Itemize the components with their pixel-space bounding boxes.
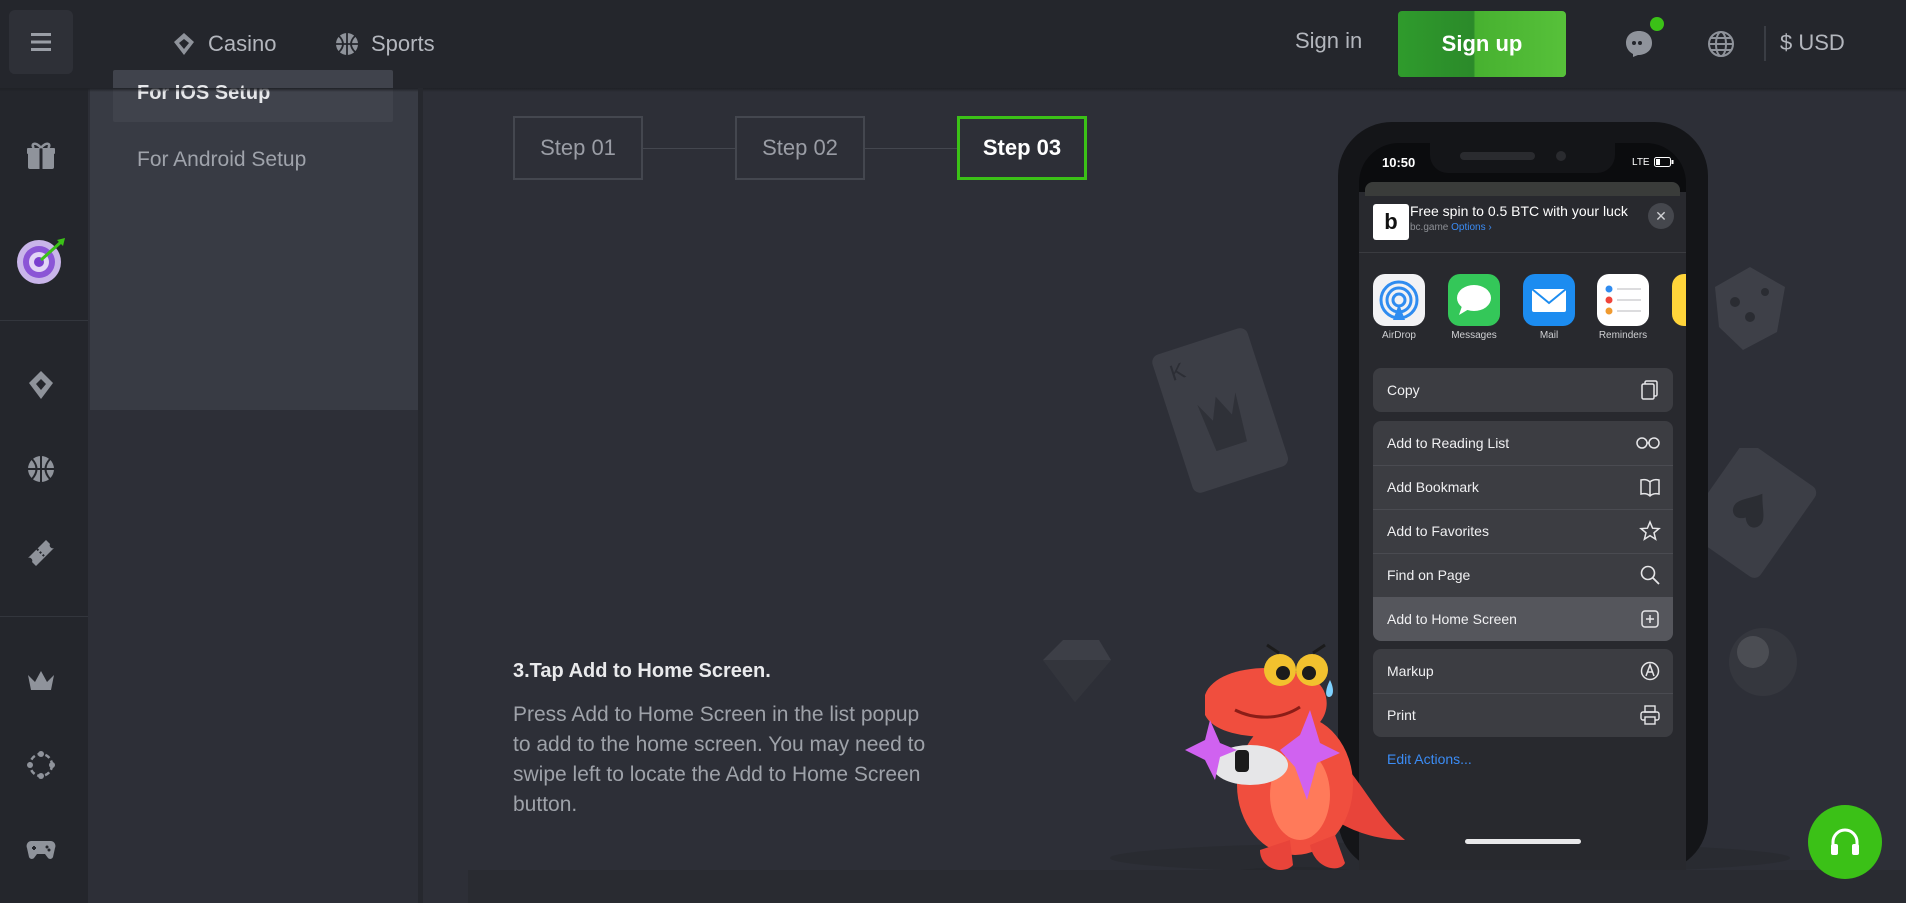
sign-up-button[interactable]: Sign up: [1398, 11, 1566, 77]
share-subtitle: bc.game Options ›: [1410, 222, 1492, 233]
sports-ball-icon[interactable]: [24, 452, 58, 486]
nav-casino[interactable]: Casino: [170, 28, 276, 60]
copy-icon: [1641, 380, 1658, 400]
messages-app[interactable]: [1448, 274, 1500, 326]
glasses-icon: [1636, 437, 1660, 449]
hamburger-menu-button[interactable]: [9, 10, 73, 74]
chevron-right-icon: ›: [1488, 222, 1492, 233]
diamond-illustration: [1043, 640, 1111, 702]
gift-icon[interactable]: [24, 139, 58, 173]
copy-action-label: Copy: [1387, 382, 1420, 398]
markup-icon: [1640, 661, 1660, 681]
share-options-link[interactable]: Options: [1451, 222, 1485, 233]
step-connector: [643, 148, 735, 149]
star-icon: [1639, 520, 1661, 541]
support-chat-button[interactable]: [1808, 805, 1882, 879]
action-label: Add Bookmark: [1387, 479, 1479, 495]
footer-strip: [468, 870, 1906, 903]
action-label: Add to Favorites: [1387, 523, 1489, 539]
action-label: Add to Home Screen: [1387, 611, 1517, 627]
app-label-messages: Messages: [1451, 330, 1497, 341]
casino-icon: [174, 33, 194, 55]
airdrop-icon: [1379, 280, 1419, 320]
add-bookmark-action[interactable]: Add Bookmark: [1373, 465, 1673, 509]
casino-icon[interactable]: [24, 368, 58, 402]
sports-ball-icon: [336, 33, 358, 55]
header-shadow: [0, 88, 1906, 92]
copy-action[interactable]: Copy: [1373, 368, 1673, 412]
setup-menu-panel: [90, 88, 418, 410]
ball-illustration: [1729, 628, 1797, 696]
instruction-body: Press Add to Home Screen in the list pop…: [513, 703, 926, 816]
share-title: Free spin to 0.5 BTC with your luck: [1410, 203, 1628, 219]
app-label-mail: Mail: [1539, 330, 1559, 341]
app-label-reminders: Reminders: [1598, 330, 1648, 341]
sign-in-link[interactable]: Sign in: [1295, 28, 1362, 54]
rail-divider: [0, 616, 88, 617]
phone-status-time: 10:50: [1382, 155, 1416, 170]
nav-casino-label: Casino: [208, 31, 277, 56]
setup-menu-item-ios-label: For IOS Setup: [137, 82, 271, 104]
setup-menu-item-android[interactable]: For Android Setup: [137, 148, 306, 172]
crown-icon[interactable]: [24, 664, 58, 698]
search-icon: [1640, 565, 1660, 585]
target-darts-icon[interactable]: [13, 232, 69, 288]
sheet-handle-area: [1365, 182, 1680, 196]
nav-sports[interactable]: Sports: [333, 28, 435, 60]
playing-card-king-illustration: K: [1152, 328, 1289, 493]
step-1-tab[interactable]: Step 01: [513, 116, 643, 180]
step-3-tab[interactable]: Step 03: [957, 116, 1087, 180]
phone-notch: [1430, 143, 1615, 173]
find-on-page-action[interactable]: Find on Page: [1373, 553, 1673, 597]
close-icon[interactable]: ✕: [1648, 203, 1674, 229]
dice-illustration: [1715, 267, 1785, 350]
notes-app-partial[interactable]: [1672, 274, 1686, 326]
ticket-icon[interactable]: [24, 536, 58, 570]
header-divider: [1764, 26, 1766, 61]
step-connector: [865, 148, 957, 149]
gamepad-icon[interactable]: [24, 832, 58, 866]
messages-icon: [1457, 285, 1491, 315]
setup-menu-item-ios[interactable]: For IOS Setup: [113, 70, 393, 122]
action-label: Add to Reading List: [1387, 435, 1510, 451]
currency-selector[interactable]: $ USD: [1780, 30, 1845, 56]
chat-notification-dot: [1650, 17, 1664, 31]
red-dinosaur-mascot-illustration: [1185, 643, 1405, 883]
step-2-tab[interactable]: Step 02: [735, 116, 865, 180]
bc-logo-icon: b: [1373, 204, 1409, 240]
phone-home-indicator: [1465, 839, 1581, 844]
headset-icon: [1831, 828, 1859, 855]
reminders-app[interactable]: [1597, 274, 1649, 326]
mail-app[interactable]: [1523, 274, 1575, 326]
add-to-favorites-action[interactable]: Add to Favorites: [1373, 509, 1673, 553]
nav-sports-label: Sports: [371, 31, 435, 56]
instruction-title: 3.Tap Add to Home Screen.: [513, 660, 771, 682]
add-to-home-screen-action[interactable]: Add to Home Screen: [1373, 597, 1673, 641]
rail-divider: [0, 320, 88, 321]
network-icon[interactable]: [24, 748, 58, 782]
action-label: Find on Page: [1387, 567, 1471, 583]
battery-icon: [1654, 157, 1674, 167]
airdrop-app[interactable]: [1373, 274, 1425, 326]
print-action[interactable]: Print: [1373, 693, 1673, 737]
mail-icon: [1531, 288, 1567, 312]
panel-separator: [418, 88, 423, 903]
menu-icon: [31, 33, 51, 51]
printer-icon: [1640, 705, 1660, 725]
globe-icon[interactable]: [1705, 28, 1737, 60]
book-icon: [1640, 478, 1660, 498]
chat-icon[interactable]: [1623, 27, 1655, 59]
share-domain: bc.game: [1410, 222, 1449, 233]
app-label-airdrop: AirDrop: [1382, 330, 1416, 341]
top-bar-overlay: [0, 0, 1906, 70]
sheet-divider: [1359, 252, 1686, 253]
reminders-icon: [1605, 285, 1641, 315]
markup-action[interactable]: Markup: [1373, 649, 1673, 693]
plus-square-icon: [1641, 610, 1659, 628]
add-to-reading-list-action[interactable]: Add to Reading List: [1373, 421, 1673, 465]
phone-status-network: LTE: [1632, 157, 1650, 168]
